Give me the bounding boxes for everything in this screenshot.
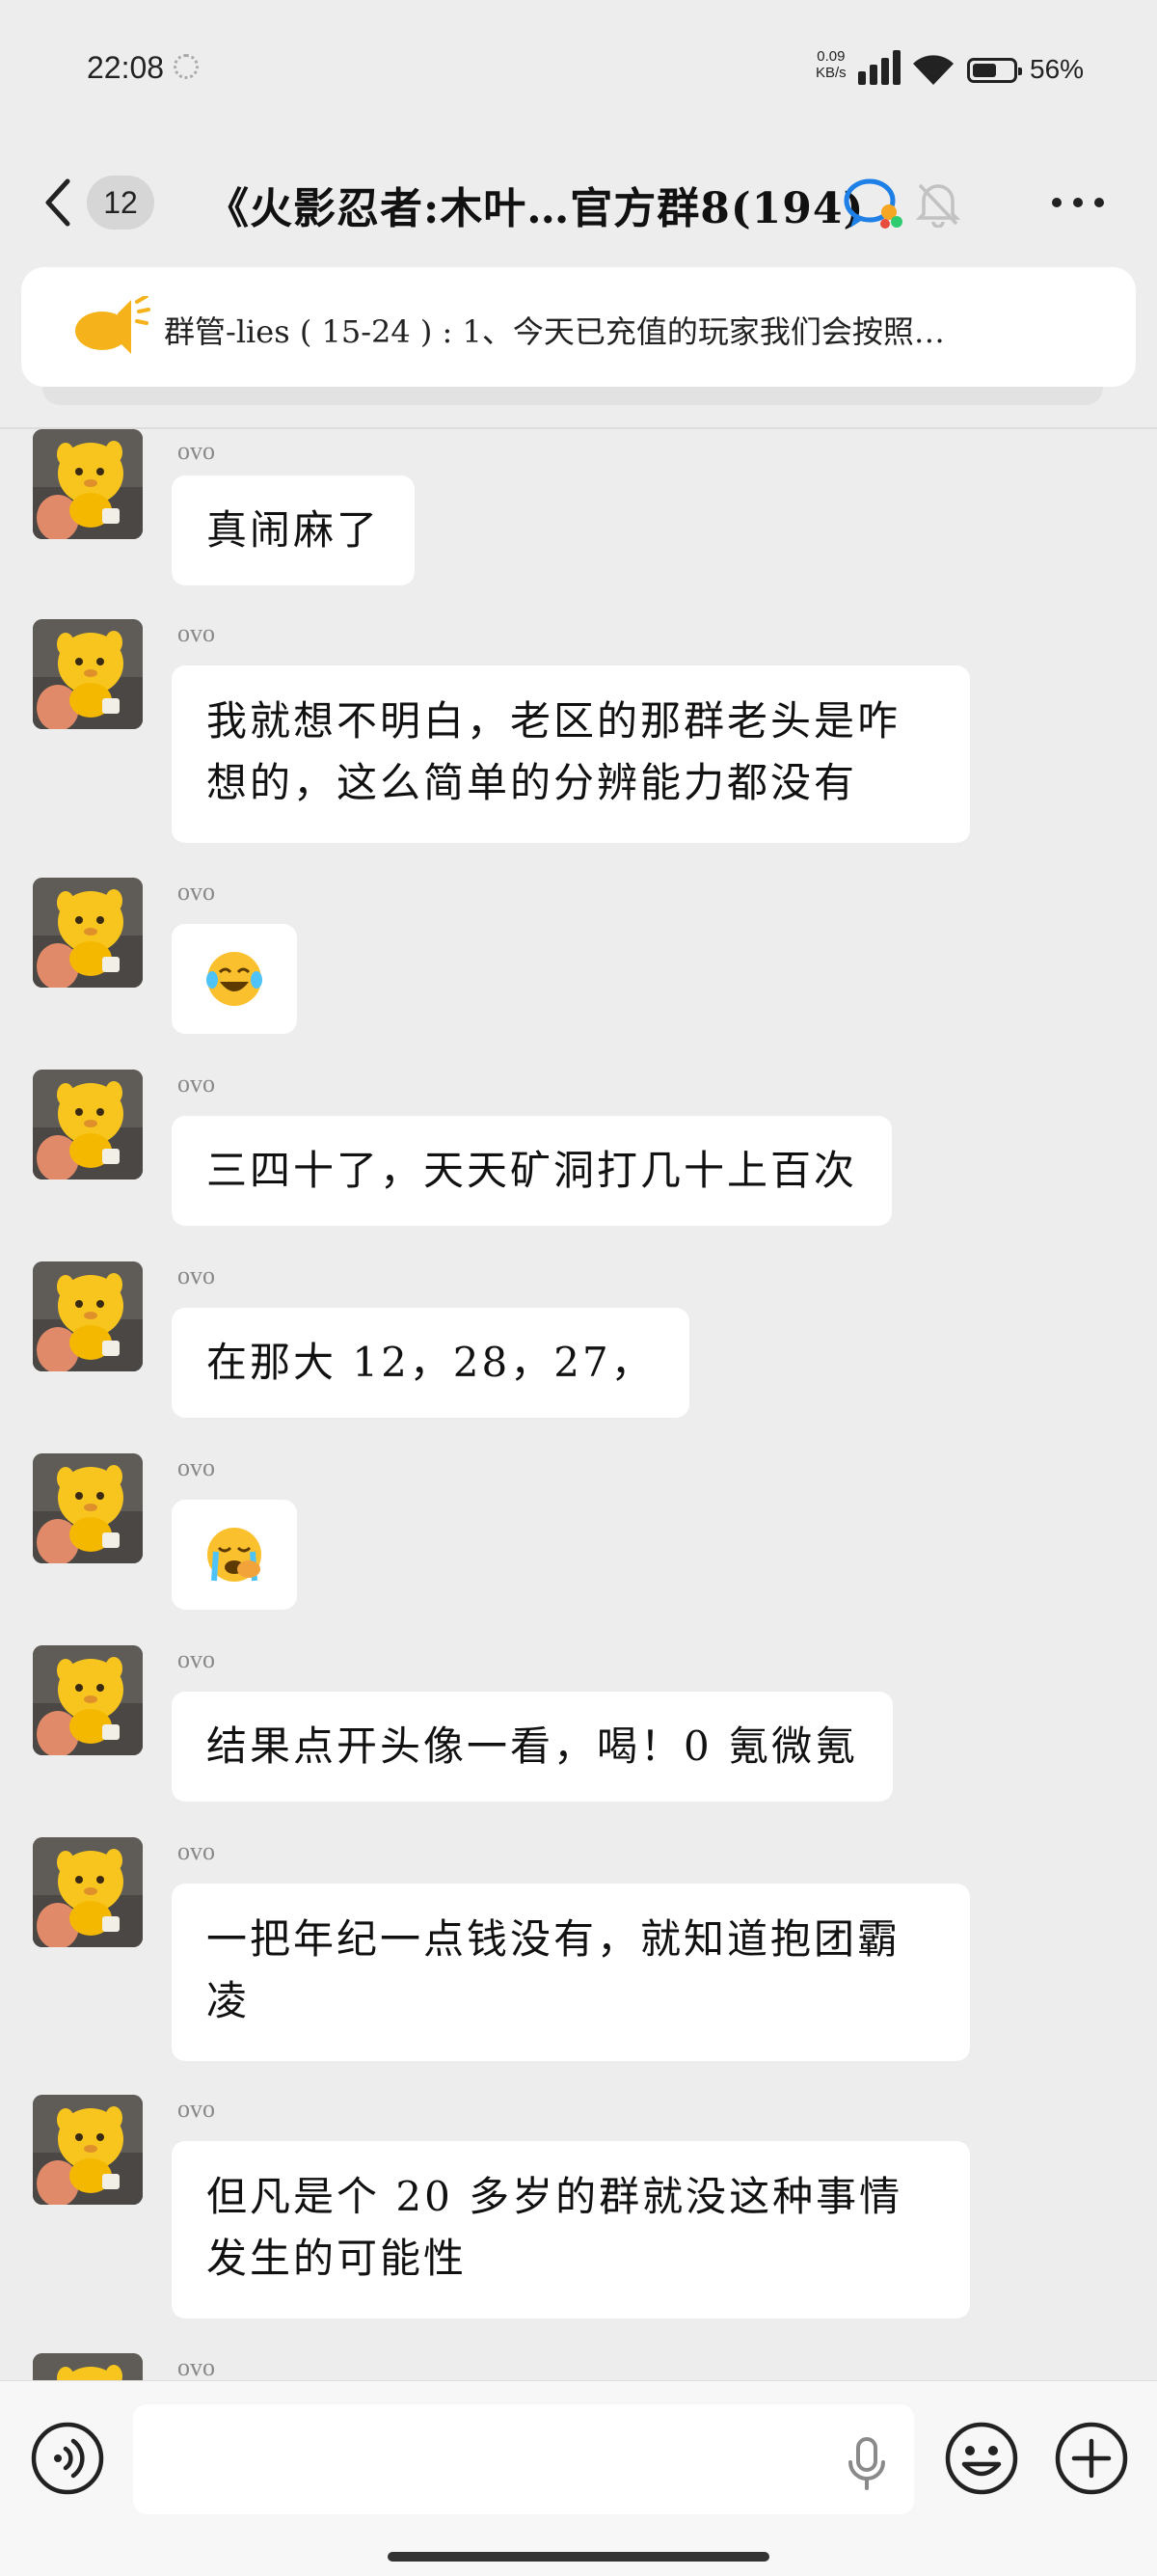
message-bubble[interactable]: 一把年纪一点钱没有，就知道抱团霸凌 [172,1884,970,2061]
message-bubble[interactable]: 三四十了，天天矿洞打几十上百次 [172,1116,893,1226]
wifi-icon [913,55,954,85]
avatar[interactable] [33,1453,143,1563]
chat-header: 12 《火影忍者:木叶…官方群8(194) [0,154,1157,251]
message-bubble[interactable] [172,924,297,1034]
sender-name: ovo [177,437,215,465]
back-arrow-icon[interactable] [39,174,77,231]
input-bar [0,2380,1157,2576]
network-speed-value: 0.09 [817,48,846,65]
sender-name: ovo [177,1261,215,1289]
battery-percent: 56% [1030,54,1085,84]
avatar[interactable] [33,878,143,988]
sender-name: ovo [177,619,215,647]
sender-name: ovo [177,1453,215,1481]
avatar[interactable] [33,429,143,539]
sender-name: ovo [177,878,215,906]
group-title[interactable]: 《火影忍者:木叶…官方群8(194) [206,174,864,235]
group-notice-bar[interactable]: 群管-lies ( 15-24 ) : 1、今天已充值的玩家我们会按照… [21,267,1136,387]
avatar[interactable] [33,1645,143,1755]
status-time: 22:08 [87,50,165,85]
sender-name: ovo [177,1070,215,1098]
face-with-tears-of-joy-icon [206,952,262,1006]
avatar[interactable] [33,1837,143,1947]
message-bubble[interactable]: 我就想不明白，老区的那群老头是咋想的，这么简单的分辨能力都没有 [172,665,970,843]
unread-count-badge[interactable]: 12 [87,176,154,230]
battery-icon [967,58,1022,83]
loudly-crying-face-icon [207,1528,261,1582]
sender-name: ovo [177,1645,215,1673]
avatar[interactable] [33,1070,143,1180]
sender-name: ovo [177,2095,215,2123]
signal-icon [858,50,901,85]
announcement-speaker-icon [75,296,150,354]
network-speed: 0.09 KB/s [816,48,847,81]
message-input[interactable] [133,2404,914,2514]
header-divider [0,427,1157,429]
voice-input-icon[interactable] [29,2420,106,2497]
message-bubble[interactable]: 结果点开头像一看，喝！0 氪微氪 [172,1692,894,1802]
loading-icon [174,54,199,79]
sender-name: ovo [177,1837,215,1865]
group-chat-app-icon[interactable] [843,177,906,231]
message-bubble[interactable] [172,1500,297,1610]
microphone-icon[interactable] [845,2437,889,2491]
network-speed-unit: KB/s [816,65,847,81]
message-bubble[interactable]: 但凡是个 20 多岁的群就没这种事情发生的可能性 [172,2141,970,2318]
mute-bell-icon [916,183,960,228]
avatar[interactable] [33,2095,143,2205]
add-attachment-icon[interactable] [1053,2420,1130,2497]
message-bubble[interactable]: 在那大 12，28，27， [172,1308,689,1418]
more-options-icon[interactable] [1051,197,1105,208]
message-bubble[interactable]: 真闹麻了 [172,475,416,585]
avatar[interactable] [33,619,143,729]
avatar[interactable] [33,1261,143,1371]
notice-text: 群管-lies ( 15-24 ) : 1、今天已充值的玩家我们会按照… [164,313,945,350]
emoji-picker-icon[interactable] [943,2420,1020,2497]
sender-name: ovo [177,2353,215,2381]
home-indicator[interactable] [388,2552,769,2562]
status-bar: 22:08 0.09 KB/s 56% [0,0,1157,145]
